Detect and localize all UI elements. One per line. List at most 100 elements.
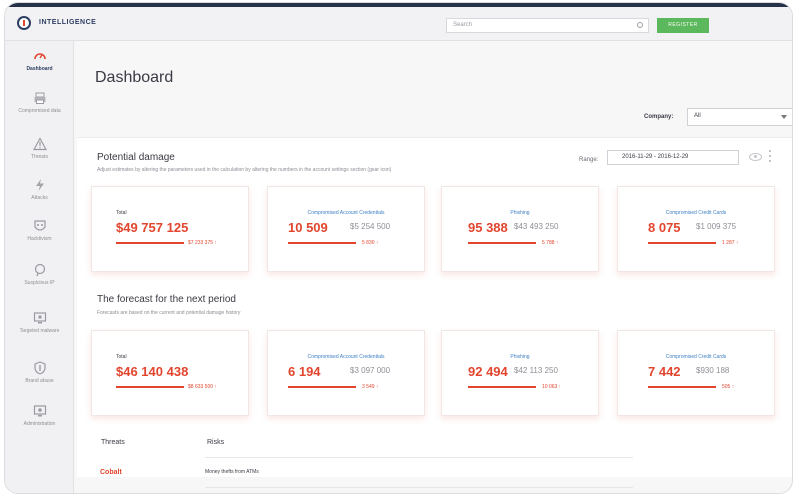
card-delta: 5 830 ↑: [362, 240, 379, 246]
card-value: 6 194: [288, 364, 321, 379]
monitor-icon: [33, 312, 46, 324]
card-delta: 505 ↑: [722, 384, 735, 390]
sidebar-item-threats[interactable]: Threats: [5, 137, 74, 160]
brand-name: INTELLIGENCE: [39, 19, 97, 26]
card-value: 10 509: [288, 220, 328, 235]
chevron-down-icon: [781, 115, 787, 119]
sidebar-item-label: Threats: [31, 154, 48, 160]
logo-icon[interactable]: [17, 16, 31, 30]
sidebar-item-targeted-malware[interactable]: Targeted malware: [5, 311, 74, 334]
page-title: Dashboard: [95, 69, 174, 86]
card-label: Compromised Credit Cards: [665, 210, 727, 216]
card-value: 7 442: [648, 364, 681, 379]
search-input[interactable]: Search: [446, 18, 649, 33]
table-divider: [205, 487, 633, 488]
sidebar-item-label: Brand abuse: [25, 378, 54, 384]
card-cost: $1 009 375: [696, 222, 737, 231]
card-account-credentials-forecast: Compromised Account Credentials 6 194 $3…: [267, 330, 425, 416]
card-delta: 3 549 ↑: [362, 384, 379, 390]
card-phishing-potential: Phishing 95 388 $43 493 250 5 788 ↑: [441, 186, 599, 272]
threat-link-cobalt[interactable]: Cobalt: [100, 469, 122, 476]
gauge-icon: [33, 53, 46, 60]
card-total-potential: Total $49 757 125 $7 233 375 ↑: [91, 186, 249, 272]
main-content: Dashboard Company: All Potential damage …: [75, 41, 792, 493]
sidebar-item-dashboard[interactable]: Dashboard: [5, 49, 74, 72]
warning-icon: [32, 137, 47, 151]
sidebar: Dashboard Compromised data Threats Attac…: [5, 41, 74, 493]
card-label: Total: [116, 354, 127, 360]
potential-damage-title: Potential damage: [97, 152, 175, 163]
app-window: INTELLIGENCE Search REGISTER Dashboard C…: [4, 2, 793, 494]
sidebar-item-label: Attacks: [31, 195, 48, 201]
company-select-value: All: [694, 113, 701, 119]
progress-bar: [468, 242, 536, 244]
sidebar-item-label: Dashboard: [26, 66, 53, 72]
sidebar-item-label: Hacktivism: [27, 236, 52, 242]
mask-icon: [33, 220, 46, 231]
card-account-credentials-potential: Compromised Account Credentials 10 509 $…: [267, 186, 425, 272]
forecast-subtitle: Forecasts are based on the current and p…: [97, 310, 241, 316]
potential-damage-subtitle: Adjust estimates by altering the paramet…: [97, 167, 392, 173]
card-value: 95 388: [468, 220, 508, 235]
card-cost: $5 254 500: [350, 222, 391, 231]
card-value: $49 757 125: [116, 220, 189, 235]
risk-text: Money thefts from ATMs: [205, 469, 259, 475]
sidebar-item-label: Compromised data: [18, 108, 61, 114]
card-label: Compromised Credit Cards: [665, 354, 727, 360]
card-cost: $3 097 000: [350, 366, 391, 375]
sidebar-item-attacks[interactable]: Attacks: [5, 178, 74, 201]
card-delta: $8 633 500 ↑: [188, 384, 217, 390]
card-cost: $43 493 250: [514, 222, 559, 231]
progress-bar: [468, 386, 536, 388]
search-placeholder: Search: [453, 22, 473, 28]
sidebar-item-label: Administration: [23, 421, 56, 427]
sidebar-item-compromised-data[interactable]: Compromised data: [5, 91, 74, 114]
sidebar-item-administration[interactable]: Administration: [5, 404, 74, 427]
settings-monitor-icon: [33, 405, 46, 417]
card-cost: $930 188: [696, 366, 730, 375]
sidebar-item-label: Targeted malware: [19, 328, 60, 334]
printer-icon: [34, 92, 45, 104]
search-icon[interactable]: [637, 22, 643, 28]
progress-bar: [116, 242, 184, 244]
progress-bar: [288, 386, 356, 388]
card-phishing-forecast: Phishing 92 494 $42 113 250 10 063 ↑: [441, 330, 599, 416]
card-credit-cards-forecast: Compromised Credit Cards 7 442 $930 188 …: [617, 330, 775, 416]
threats-header: Threats: [101, 439, 125, 446]
progress-bar: [116, 386, 184, 388]
card-value: 92 494: [468, 364, 508, 379]
company-label: Company:: [644, 114, 674, 120]
card-label: Compromised Account Credentials: [307, 354, 385, 360]
card-label: Compromised Account Credentials: [307, 210, 385, 216]
ip-pin-icon: [34, 263, 45, 277]
sidebar-item-brand-abuse[interactable]: Brand abuse: [5, 361, 74, 384]
register-button[interactable]: REGISTER: [657, 18, 709, 33]
sidebar-item-label: Suspicious IP: [24, 280, 55, 286]
sidebar-item-suspicious-ip[interactable]: Suspicious IP: [5, 263, 74, 286]
lightning-icon: [35, 179, 44, 191]
sidebar-item-hacktivism[interactable]: Hacktivism: [5, 219, 74, 242]
card-label: Total: [116, 210, 127, 216]
card-total-forecast: Total $46 140 438 $8 633 500 ↑: [91, 330, 249, 416]
top-bar: INTELLIGENCE Search REGISTER: [5, 3, 792, 41]
company-select[interactable]: All: [687, 108, 792, 126]
progress-bar: [648, 242, 716, 244]
card-label: Phishing: [510, 210, 530, 216]
more-options-icon[interactable]: [769, 150, 771, 164]
eye-icon[interactable]: [749, 153, 762, 161]
date-range-input[interactable]: 2016-11-29 - 2016-12-29: [607, 150, 739, 165]
card-delta: 1 287 ↑: [722, 240, 739, 246]
progress-bar: [288, 242, 356, 244]
card-label: Phishing: [510, 354, 530, 360]
card-value: 8 075: [648, 220, 681, 235]
card-cost: $42 113 250: [514, 366, 558, 375]
forecast-title: The forecast for the next period: [97, 294, 236, 305]
card-credit-cards-potential: Compromised Credit Cards 8 075 $1 009 37…: [617, 186, 775, 272]
damage-panel: Potential damage Adjust estimates by alt…: [77, 137, 792, 477]
card-delta: $7 233 375 ↑: [188, 240, 217, 246]
card-value: $46 140 438: [116, 364, 189, 379]
progress-bar: [648, 386, 716, 388]
card-delta: 5 788 ↑: [542, 240, 559, 246]
range-label: Range:: [579, 157, 599, 163]
table-divider: [205, 457, 633, 458]
